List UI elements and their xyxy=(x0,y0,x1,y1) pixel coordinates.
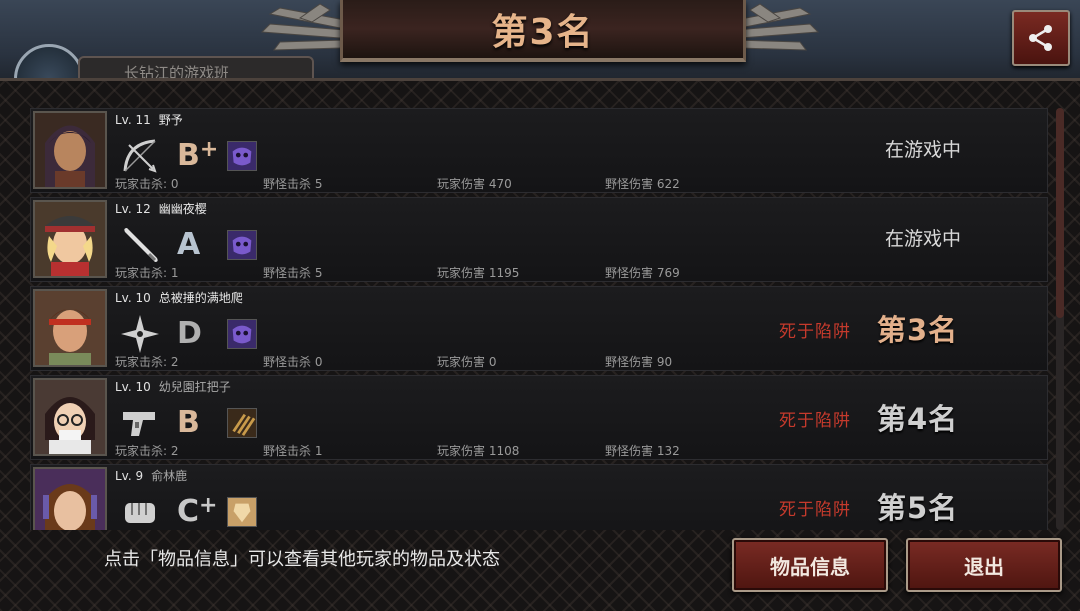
player-damage: 玩家伤害 1195 xyxy=(437,266,520,280)
player-level-name: Lv. 11 野予 xyxy=(115,111,183,128)
player-kills: 玩家击杀: 2 xyxy=(115,444,179,458)
monster-kills: 野怪击杀 1 xyxy=(263,444,323,458)
player-name: 总被捶的满地爬 xyxy=(158,291,243,305)
status-in-game: 在游戏中 xyxy=(884,228,961,250)
page-title: 第3名 xyxy=(491,12,595,53)
player-damage: 玩家伤害 1108 xyxy=(437,444,520,458)
player-avatar xyxy=(33,200,107,278)
player-name: 俞林鹿 xyxy=(151,469,188,483)
player-kills: 玩家击杀: 0 xyxy=(115,177,179,191)
rank-label: 第4名 xyxy=(877,402,959,436)
scrollbar-thumb[interactable] xyxy=(1056,108,1064,318)
player-level: Lv. 10 xyxy=(115,380,151,394)
player-name: 野予 xyxy=(158,113,183,127)
monster-damage: 野怪伤害 90 xyxy=(605,355,673,369)
player-row[interactable]: Lv. 12 幽幽夜樱 A 玩家击杀: 1 野怪击杀 5 玩家伤害 1195 野怪… xyxy=(30,197,1048,282)
player-damage: 玩家伤害 0 xyxy=(437,355,497,369)
player-row[interactable]: Lv. 11 野予 B+ 玩家击杀: 0 野怪击杀 5 玩家伤害 470 野怪伤害… xyxy=(30,108,1048,193)
item-info-button[interactable]: 物品信息 xyxy=(732,538,888,592)
player-level-name: Lv. 12 幽幽夜樱 xyxy=(115,200,207,217)
bow-icon xyxy=(123,139,157,173)
pistol-icon xyxy=(123,412,155,436)
player-level-name: Lv. 10 总被捶的满地爬 xyxy=(115,289,243,306)
player-kills: 玩家击杀: 1 xyxy=(115,266,179,280)
death-cause: 死于陷阱 xyxy=(779,322,851,342)
monster-damage: 野怪伤害 769 xyxy=(605,266,680,280)
right-wing-icon xyxy=(734,3,820,51)
gold-item-icon[interactable] xyxy=(227,497,257,527)
share-icon xyxy=(1029,25,1052,51)
purple-mask-icon[interactable] xyxy=(227,141,257,171)
list-scrollbar[interactable] xyxy=(1056,108,1064,530)
player-level: Lv. 9 xyxy=(115,469,144,483)
player-level: Lv. 11 xyxy=(115,113,151,127)
grade-label: C+ xyxy=(177,493,218,529)
monster-damage: 野怪伤害 622 xyxy=(605,177,680,191)
player-level: Lv. 12 xyxy=(115,202,151,216)
rank-label: 第5名 xyxy=(877,491,959,525)
player-row[interactable]: Lv. 10 幼兒園扛把子 B 玩家击杀: 2 野怪击杀 1 玩家伤害 1108 … xyxy=(30,375,1048,460)
grade-label: A xyxy=(177,227,201,262)
death-cause: 死于陷阱 xyxy=(779,500,851,520)
player-damage: 玩家伤害 470 xyxy=(437,177,512,191)
purple-mask-icon[interactable] xyxy=(227,319,257,349)
shuriken-icon xyxy=(121,315,159,353)
player-row[interactable]: Lv. 10 总被捶的满地爬 D 玩家击杀: 2 野怪击杀 0 玩家伤害 0 野怪… xyxy=(30,286,1048,371)
grade-label: D xyxy=(177,316,202,351)
player-avatar xyxy=(33,378,107,456)
player-list[interactable]: Lv. 11 野予 B+ 玩家击杀: 0 野怪击杀 5 玩家伤害 470 野怪伤害… xyxy=(30,108,1048,530)
player-level: Lv. 10 xyxy=(115,291,151,305)
bullets-icon[interactable] xyxy=(227,408,257,438)
monster-damage: 野怪伤害 132 xyxy=(605,444,680,458)
player-level-name: Lv. 10 幼兒園扛把子 xyxy=(115,378,231,395)
player-avatar xyxy=(33,111,107,189)
player-row[interactable]: Lv. 9 俞林鹿 C+ 死于陷阱 第5名 xyxy=(30,464,1048,530)
player-name: 幽幽夜樱 xyxy=(158,202,207,216)
grade-label: B+ xyxy=(177,137,219,173)
bat-icon xyxy=(124,228,158,262)
grade-label: B xyxy=(177,405,200,440)
left-wing-icon xyxy=(260,3,346,51)
monster-kills: 野怪击杀 0 xyxy=(263,355,323,369)
death-cause: 死于陷阱 xyxy=(779,411,851,431)
rank-label: 第3名 xyxy=(877,313,959,347)
player-avatar xyxy=(33,467,107,530)
share-button[interactable] xyxy=(1012,10,1070,66)
monster-kills: 野怪击杀 5 xyxy=(263,177,323,191)
fist-icon xyxy=(125,503,155,523)
hint-text: 点击「物品信息」可以查看其他玩家的物品及状态 xyxy=(104,549,500,570)
player-name: 幼兒園扛把子 xyxy=(158,380,231,394)
purple-mask-icon[interactable] xyxy=(227,230,257,260)
status-in-game: 在游戏中 xyxy=(884,139,961,161)
monster-kills: 野怪击杀 5 xyxy=(263,266,323,280)
player-kills: 玩家击杀: 2 xyxy=(115,355,179,369)
title-banner: 第3名 xyxy=(340,0,746,62)
player-avatar xyxy=(33,289,107,367)
player-level-name: Lv. 9 俞林鹿 xyxy=(115,467,187,484)
exit-button[interactable]: 退出 xyxy=(906,538,1062,592)
